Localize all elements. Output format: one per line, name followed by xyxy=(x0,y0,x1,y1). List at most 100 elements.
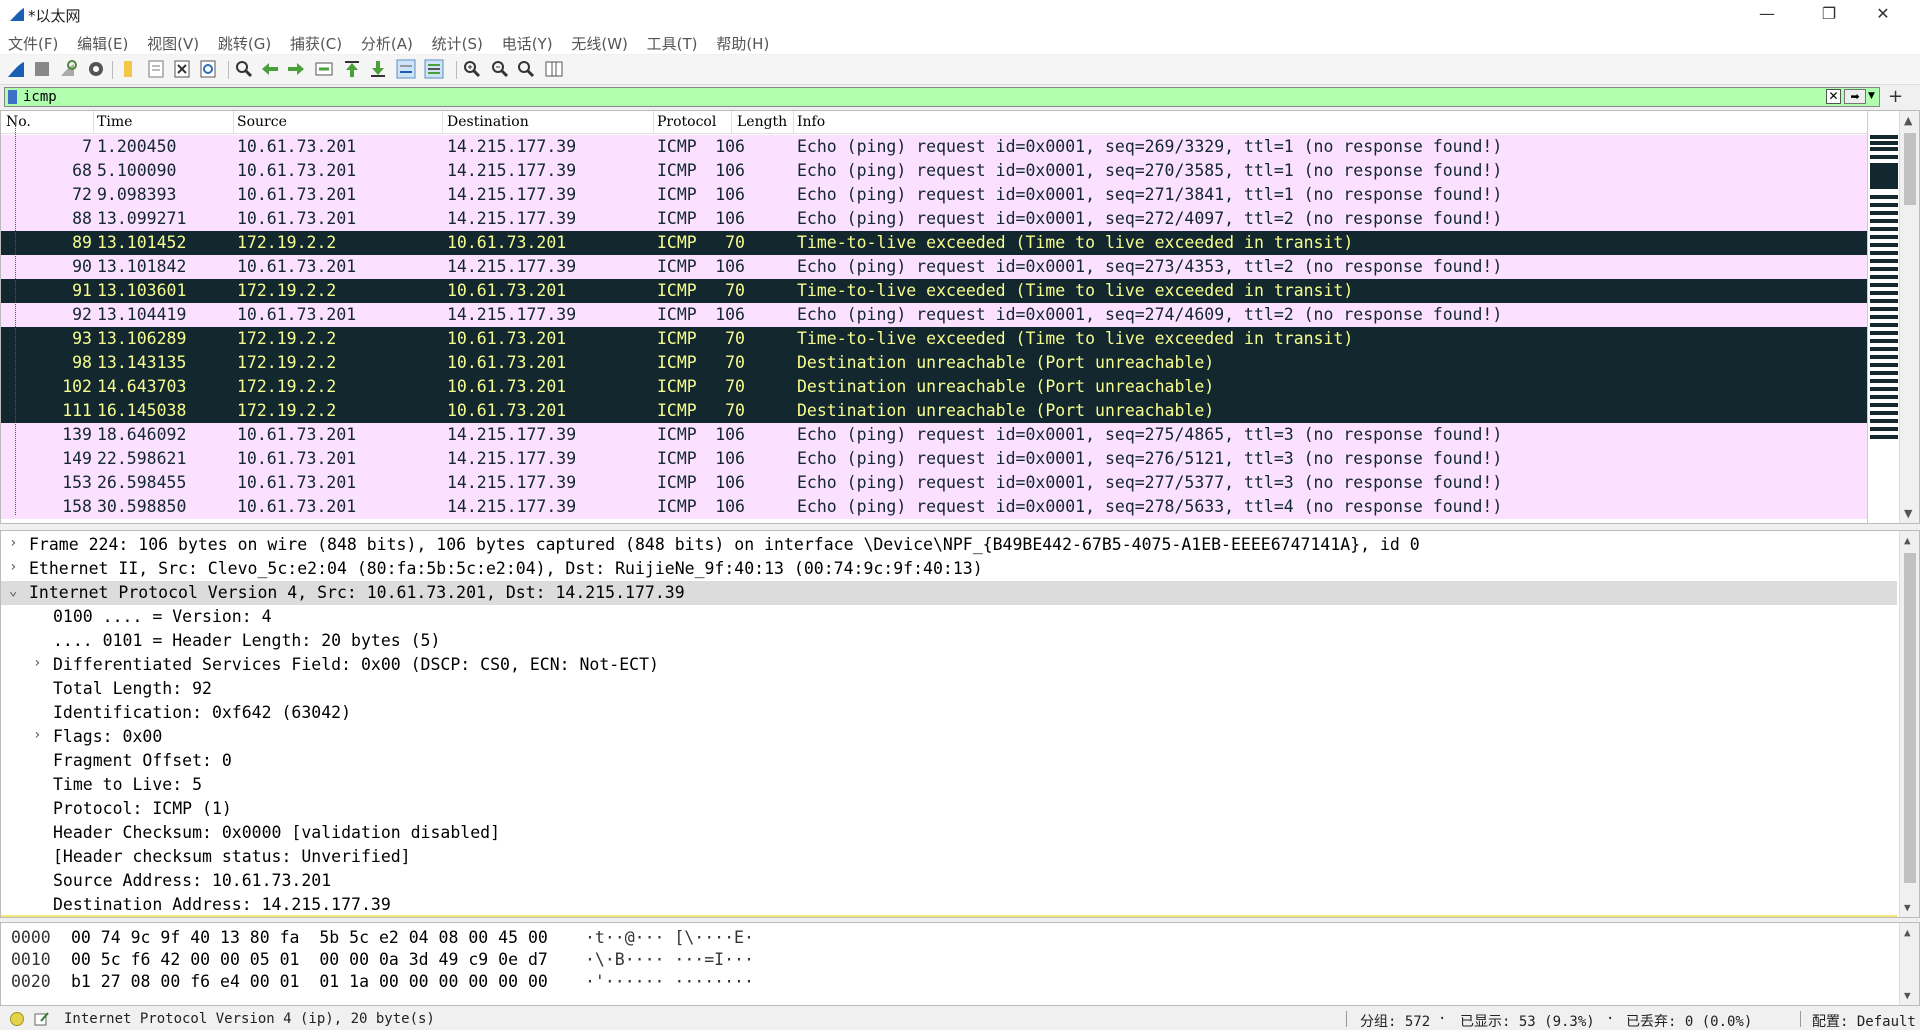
packet-cell-dst: 14.215.177.39 xyxy=(447,473,577,492)
go-to-packet-icon[interactable] xyxy=(314,59,334,79)
expand-chevron-icon[interactable]: › xyxy=(9,535,17,551)
bytes-scrollbar[interactable]: ▲ ▼ xyxy=(1899,923,1919,1005)
menu-view[interactable]: 视图(V) xyxy=(147,30,199,54)
packet-row[interactable]: 102 14.643703 172.19.2.2 10.61.73.201 ICMP 70… xyxy=(1,375,1867,399)
status-profile[interactable]: 配置: Default xyxy=(1812,1011,1916,1030)
packet-row[interactable]: 98 13.143135 172.19.2.2 10.61.73.201 ICMP 70 D… xyxy=(1,351,1867,375)
add-filter-button-icon[interactable]: + xyxy=(1888,86,1903,107)
detail-tree-item[interactable]: › Differentiated Services Field: 0x00 (DS… xyxy=(1,653,1897,677)
packet-row[interactable]: 68 5.100090 10.61.73.201 14.215.177.39 ICMP 1… xyxy=(1,159,1867,183)
menu-telephony[interactable]: 电话(Y) xyxy=(502,30,553,54)
packet-row[interactable]: 90 13.101842 10.61.73.201 14.215.177.39 ICMP… xyxy=(1,255,1867,279)
column-header-source[interactable]: Source xyxy=(237,114,287,130)
menu-file[interactable]: 文件(F) xyxy=(8,30,58,54)
detail-tree-item[interactable]: Protocol: ICMP (1) xyxy=(1,797,1897,821)
packet-row[interactable]: 93 13.106289 172.19.2.2 10.61.73.201 ICMP 70 T… xyxy=(1,327,1867,351)
packet-row[interactable]: 153 26.598455 10.61.73.201 14.215.177.39 ICM… xyxy=(1,471,1867,495)
zoom-in-icon[interactable] xyxy=(462,59,482,79)
expand-chevron-icon[interactable]: › xyxy=(9,559,17,575)
autoscroll-icon[interactable] xyxy=(396,59,416,79)
scroll-up-icon[interactable]: ▲ xyxy=(1904,926,1911,939)
column-header-time[interactable]: Time xyxy=(97,114,132,130)
minimize-button[interactable]: — xyxy=(1744,0,1790,30)
detail-tree-item[interactable]: Time to Live: 5 xyxy=(1,773,1897,797)
expert-info-led-icon[interactable] xyxy=(10,1012,24,1026)
scroll-down-icon[interactable]: ▼ xyxy=(1904,507,1912,520)
detail-tree-item[interactable]: Identification: 0xf642 (63042) xyxy=(1,701,1897,725)
menu-capture[interactable]: 捕获(C) xyxy=(290,30,342,54)
detail-tree-item[interactable]: .... 0101 = Header Length: 20 bytes (5) xyxy=(1,629,1897,653)
detail-tree-item[interactable]: › Frame 224: 106 bytes on wire (848 bits)… xyxy=(1,533,1897,557)
packet-row[interactable]: 92 13.104419 10.61.73.201 14.215.177.39 ICMP… xyxy=(1,303,1867,327)
close-button[interactable]: ✕ xyxy=(1860,0,1906,30)
packet-row[interactable]: 158 30.598850 10.61.73.201 14.215.177.39 ICM… xyxy=(1,495,1867,519)
shark-fin-start-icon[interactable] xyxy=(6,59,26,79)
zoom-reset-icon[interactable] xyxy=(516,59,536,79)
open-folder-icon[interactable] xyxy=(118,59,138,79)
zoom-out-icon[interactable] xyxy=(490,59,510,79)
column-header-length[interactable]: Length xyxy=(737,114,787,130)
filter-history-dropdown-icon[interactable]: ▼ xyxy=(1868,89,1878,104)
column-header-destination[interactable]: Destination xyxy=(447,114,529,130)
scroll-thumb[interactable] xyxy=(1904,133,1916,205)
resize-columns-icon[interactable] xyxy=(544,59,564,79)
capture-options-icon[interactable] xyxy=(86,59,106,79)
detail-tree-item[interactable]: Destination Address: 14.215.177.39 xyxy=(1,893,1897,917)
menu-go[interactable]: 跳转(G) xyxy=(218,30,271,54)
menu-statistics[interactable]: 统计(S) xyxy=(432,30,483,54)
scroll-up-icon[interactable]: ▲ xyxy=(1904,534,1911,547)
collapse-chevron-icon[interactable]: ⌄ xyxy=(9,583,17,599)
detail-tree-item[interactable]: [Header checksum status: Unverified] xyxy=(1,845,1897,869)
go-forward-icon[interactable] xyxy=(286,59,306,79)
menu-tools[interactable]: 工具(T) xyxy=(647,30,698,54)
find-icon[interactable] xyxy=(234,59,254,79)
packet-minimap[interactable] xyxy=(1867,111,1899,523)
menu-help[interactable]: 帮助(H) xyxy=(716,30,769,54)
scroll-up-icon[interactable]: ▲ xyxy=(1904,114,1912,127)
detail-tree-item[interactable]: Header Checksum: 0x0000 [validation disa… xyxy=(1,821,1897,845)
packet-list-scrollbar[interactable]: ▲ ▼ xyxy=(1899,111,1919,523)
detail-tree-item[interactable]: Total Length: 92 xyxy=(1,677,1897,701)
packet-row[interactable]: 149 22.598621 10.61.73.201 14.215.177.39 ICM… xyxy=(1,447,1867,471)
detail-tree-item[interactable]: ⌄ Internet Protocol Version 4, Src: 10.61… xyxy=(1,581,1897,605)
maximize-button[interactable]: ❐ xyxy=(1806,0,1852,30)
detail-tree-item[interactable]: 0100 .... = Version: 4 xyxy=(1,605,1897,629)
packet-row[interactable]: 139 18.646092 10.61.73.201 14.215.177.39 ICM… xyxy=(1,423,1867,447)
packet-row[interactable]: 111 16.145038 172.19.2.2 10.61.73.201 ICMP 70… xyxy=(1,399,1867,423)
packet-row[interactable]: 88 13.099271 10.61.73.201 14.215.177.39 ICMP… xyxy=(1,207,1867,231)
detail-tree-item[interactable]: › Ethernet II, Src: Clevo_5c:e2:04 (80:fa… xyxy=(1,557,1897,581)
expand-chevron-icon[interactable]: › xyxy=(33,655,41,671)
save-file-icon[interactable] xyxy=(146,59,166,79)
reload-icon[interactable] xyxy=(198,59,218,79)
detail-tree-item[interactable]: › Flags: 0x00 xyxy=(1,725,1897,749)
apply-filter-icon[interactable]: ➡ xyxy=(1844,89,1866,104)
scroll-down-icon[interactable]: ▼ xyxy=(1904,989,1911,1002)
menu-analyze[interactable]: 分析(A) xyxy=(361,30,413,54)
detail-tree-item[interactable]: Source Address: 10.61.73.201 xyxy=(1,869,1897,893)
column-header-protocol[interactable]: Protocol xyxy=(657,114,716,130)
menu-edit[interactable]: 编辑(E) xyxy=(77,30,128,54)
display-filter-input[interactable]: icmp xyxy=(4,87,1880,107)
packet-row[interactable]: 91 13.103601 172.19.2.2 10.61.73.201 ICMP 70 T… xyxy=(1,279,1867,303)
scroll-down-icon[interactable]: ▼ xyxy=(1904,901,1911,914)
packet-row[interactable]: 7 1.200450 10.61.73.201 14.215.177.39 ICMP 10… xyxy=(1,135,1867,159)
edit-comment-icon[interactable] xyxy=(34,1011,50,1027)
go-last-icon[interactable] xyxy=(368,59,388,79)
stop-icon[interactable] xyxy=(32,59,52,79)
scroll-thumb[interactable] xyxy=(1904,553,1916,883)
restart-icon[interactable] xyxy=(58,59,78,79)
expand-chevron-icon[interactable]: › xyxy=(33,727,41,743)
clear-filter-icon[interactable]: ✕ xyxy=(1826,89,1841,104)
go-first-icon[interactable] xyxy=(342,59,362,79)
packet-row[interactable]: 89 13.101452 172.19.2.2 10.61.73.201 ICMP 70 T… xyxy=(1,231,1867,255)
menu-wireless[interactable]: 无线(W) xyxy=(571,30,628,54)
filter-bookmark-icon[interactable] xyxy=(8,90,17,104)
go-back-icon[interactable] xyxy=(260,59,280,79)
column-header-no[interactable]: No. xyxy=(6,114,31,130)
details-scrollbar[interactable]: ▲ ▼ xyxy=(1899,531,1919,917)
colorize-icon[interactable] xyxy=(424,59,444,79)
column-header-info[interactable]: Info xyxy=(797,114,825,130)
close-file-icon[interactable] xyxy=(172,59,192,79)
detail-tree-item[interactable]: Fragment Offset: 0 xyxy=(1,749,1897,773)
packet-row[interactable]: 72 9.098393 10.61.73.201 14.215.177.39 ICMP 1… xyxy=(1,183,1867,207)
